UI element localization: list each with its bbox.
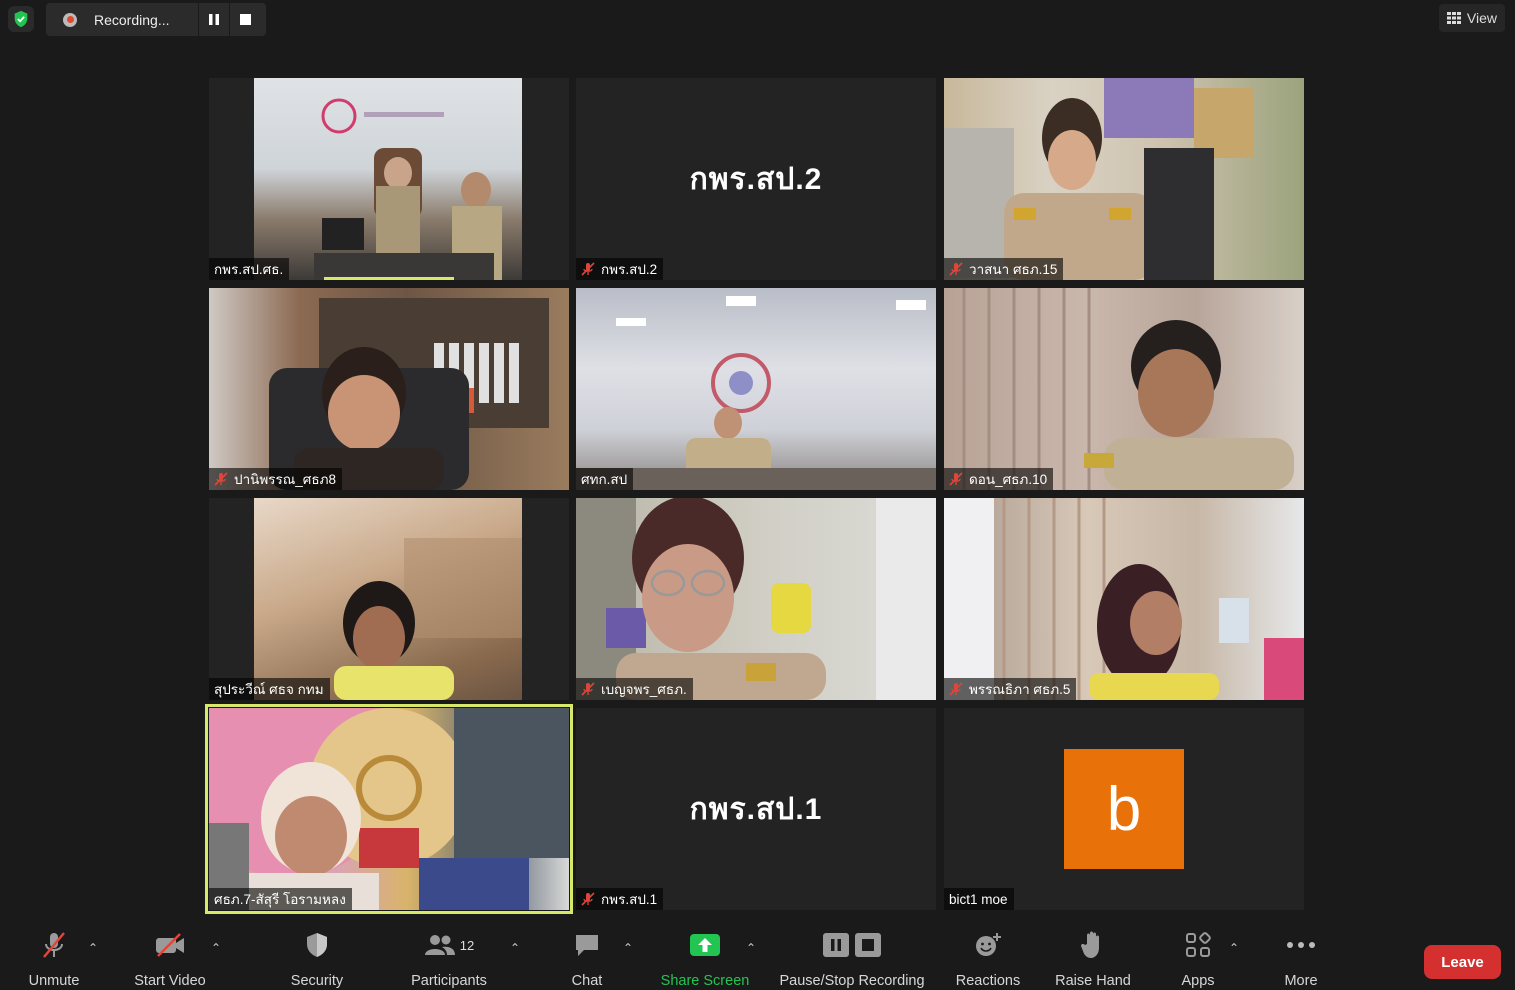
participants-options-chevron-icon[interactable]: ⌃ — [510, 941, 520, 955]
video-tile[interactable]: b bict1 moe — [944, 708, 1304, 910]
muted-mic-icon — [949, 472, 963, 486]
participant-name-label: เบญจพร_ศธภ. — [576, 678, 693, 700]
reactions-smiley-icon — [974, 925, 1002, 965]
participant-video — [209, 288, 569, 490]
participants-button[interactable]: 12 Participants — [404, 925, 494, 990]
apps-button[interactable]: Apps — [1176, 925, 1220, 990]
participants-count: 12 — [459, 937, 475, 953]
participants-icon: 12 — [424, 925, 474, 965]
apps-icon — [1185, 925, 1211, 965]
muted-mic-icon — [949, 682, 963, 696]
video-tile[interactable]: วาสนา ศธภ.15 — [944, 78, 1304, 280]
muted-mic-icon — [39, 925, 69, 965]
pause-stop-recording-button[interactable]: Pause/Stop Recording — [774, 925, 930, 990]
participant-video — [944, 78, 1304, 280]
more-button[interactable]: More — [1276, 925, 1326, 990]
apps-options-chevron-icon[interactable]: ⌃ — [1229, 941, 1239, 955]
participant-avatar: b — [1064, 749, 1184, 869]
video-tile[interactable]: กพร.สป.1 กพร.สป.1 — [576, 708, 936, 910]
participant-video — [254, 78, 522, 280]
security-button[interactable]: Security — [284, 925, 350, 990]
recording-dot-icon — [63, 12, 77, 27]
participant-name-label: ศทก.สป — [576, 468, 634, 490]
participant-video — [944, 288, 1304, 490]
speaking-indicator — [324, 277, 454, 280]
start-video-button[interactable]: Start Video — [128, 925, 212, 990]
muted-mic-icon — [581, 892, 595, 906]
participant-name-label: กพร.สป.ศธ. — [209, 258, 290, 280]
recording-indicator: Recording... — [46, 3, 266, 36]
meeting-toolbar: Unmute ⌃ Start Video ⌃ Security 12 Parti… — [0, 925, 1515, 990]
video-tile[interactable]: กพร.สป.ศธ. — [209, 78, 569, 280]
participant-name-label: ศธภ.7-สัสุรี โอรามหลง — [209, 888, 352, 910]
participant-name-label: ดอน_ศธภ.10 — [944, 468, 1054, 490]
muted-mic-icon — [949, 262, 963, 276]
grid-icon — [1446, 12, 1461, 24]
unmute-button[interactable]: Unmute — [20, 925, 88, 990]
share-screen-icon — [689, 925, 721, 965]
video-tile[interactable]: ปานิพรรณ_ศธภ8 — [209, 288, 569, 490]
video-tile[interactable]: พรรณธิภา ศธภ.5 — [944, 498, 1304, 700]
encryption-shield-icon[interactable] — [8, 6, 34, 32]
muted-mic-icon — [581, 262, 595, 276]
participant-video — [254, 498, 522, 700]
chat-bubble-icon — [573, 925, 601, 965]
muted-mic-icon — [581, 682, 595, 696]
participant-video — [576, 288, 936, 490]
participant-name-label: bict1 moe — [944, 888, 1014, 910]
video-tile[interactable]: สุประวีณ์ ศธจ กทม — [209, 498, 569, 700]
pause-icon — [209, 14, 219, 25]
participant-name-label: พรรณธิภา ศธภ.5 — [944, 678, 1077, 700]
reactions-button[interactable]: Reactions — [951, 925, 1025, 990]
hand-icon — [1081, 925, 1105, 965]
muted-mic-icon — [214, 472, 228, 486]
participant-display-name: กพร.สป.2 — [689, 163, 823, 196]
participant-video — [944, 498, 1304, 700]
security-shield-icon — [304, 925, 330, 965]
participant-name-label: กพร.สป.1 — [576, 888, 664, 910]
participant-name-label: สุประวีณ์ ศธจ กทม — [209, 678, 330, 700]
audio-options-chevron-icon[interactable]: ⌃ — [88, 941, 98, 955]
view-button[interactable]: View — [1438, 4, 1505, 32]
participant-name-label: วาสนา ศธภ.15 — [944, 258, 1064, 280]
participant-name-label: กพร.สป.2 — [576, 258, 664, 280]
view-label: View — [1466, 10, 1497, 26]
video-tile[interactable]: กพร.สป.2 กพร.สป.2 — [576, 78, 936, 280]
share-options-chevron-icon[interactable]: ⌃ — [746, 941, 756, 955]
pause-stop-icon — [822, 925, 882, 965]
video-options-chevron-icon[interactable]: ⌃ — [211, 941, 221, 955]
share-screen-button[interactable]: Share Screen — [656, 925, 754, 990]
chat-button[interactable]: Chat — [562, 925, 612, 990]
participant-video — [576, 498, 936, 700]
participant-display-name: กพร.สป.1 — [689, 793, 823, 826]
participant-name-label: ปานิพรรณ_ศธภ8 — [209, 468, 343, 490]
video-tile-active-speaker[interactable]: ศธภ.7-สัสุรี โอรามหลง — [205, 704, 573, 914]
stop-recording-button[interactable] — [229, 3, 260, 36]
leave-button[interactable]: Leave — [1424, 945, 1501, 979]
pause-recording-button[interactable] — [198, 3, 229, 36]
video-tile[interactable]: เบญจพร_ศธภ. — [576, 498, 936, 700]
video-tile[interactable]: ดอน_ศธภ.10 — [944, 288, 1304, 490]
recording-label: Recording... — [94, 11, 170, 28]
chat-options-chevron-icon[interactable]: ⌃ — [623, 941, 633, 955]
more-dots-icon — [1286, 925, 1316, 965]
raise-hand-button[interactable]: Raise Hand — [1051, 925, 1135, 990]
stop-icon — [239, 14, 251, 25]
video-off-icon — [154, 925, 186, 965]
video-tile[interactable]: ศทก.สป — [576, 288, 936, 490]
participant-video — [209, 708, 569, 910]
